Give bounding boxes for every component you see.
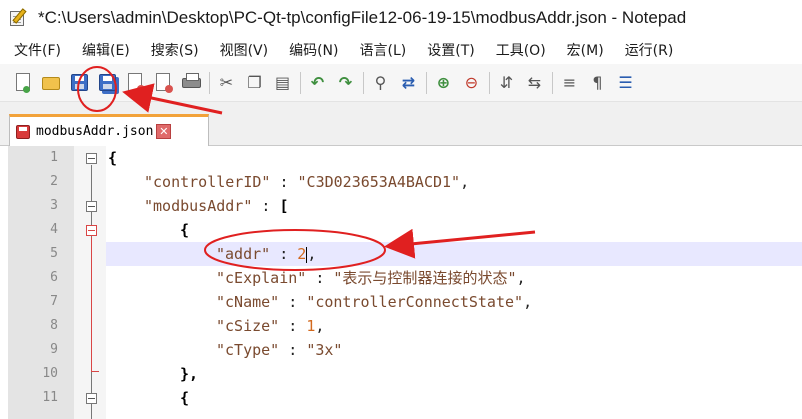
toolbar-separator [552, 71, 553, 94]
code-line: 11 { [8, 386, 802, 410]
show-all-chars-icon[interactable]: ¶ [587, 72, 608, 93]
cut-icon[interactable]: ✂ [216, 72, 237, 93]
code-line: 3 "modbusAddr" : [ [8, 194, 802, 218]
close-tab-icon[interactable]: ✕ [156, 124, 172, 139]
undo-icon[interactable]: ↶ [307, 72, 328, 93]
line-number: 4 [50, 222, 58, 237]
line-number: 11 [42, 390, 58, 405]
sync-horizontal-icon[interactable]: ⇆ [524, 72, 545, 93]
json-value: 1 [306, 317, 316, 335]
code-line: 6 "cExplain" : "表示与控制器连接的状态", [8, 266, 802, 290]
close-file-icon[interactable] [125, 72, 146, 93]
json-key: "controllerID" [144, 173, 271, 191]
toolbar-separator [426, 71, 427, 94]
menu-macro[interactable]: 宏(M) [567, 40, 604, 60]
json-value: "C3D023653A4BACD1" [297, 173, 461, 191]
line-number: 3 [50, 198, 58, 213]
unsaved-file-icon [16, 124, 30, 139]
json-key: "cName" [216, 293, 280, 311]
menu-view[interactable]: 视图(V) [220, 40, 269, 60]
json-brace: { [180, 221, 190, 239]
line-number: 10 [42, 366, 58, 381]
toolbar-separator [489, 71, 490, 94]
word-wrap-icon[interactable]: ≡ [559, 72, 580, 93]
code-line: 1 { [8, 146, 802, 170]
line-number: 6 [50, 270, 58, 285]
json-value: "表示与控制器连接的状态" [333, 269, 517, 287]
tab-bar: modbusAddr.json ✕ [0, 102, 802, 146]
menu-language[interactable]: 语言(L) [360, 40, 407, 60]
close-all-icon[interactable] [153, 72, 174, 93]
line-number: 5 [50, 246, 58, 261]
redo-icon[interactable]: ↷ [335, 72, 356, 93]
sync-vertical-icon[interactable]: ⇵ [496, 72, 517, 93]
title-bar: *C:\Users\admin\Desktop\PC-Qt-tp\configF… [0, 0, 802, 36]
code-line: 2 "controllerID" : "C3D023653A4BACD1", [8, 170, 802, 194]
toolbar: ✂ ❐ ▤ ↶ ↷ ⚲ ⇄ ⊕ ⊖ ⇵ ⇆ ≡ ¶ ☰ [0, 64, 802, 102]
json-value: "controllerConnectState" [306, 293, 524, 311]
zoom-out-icon[interactable]: ⊖ [461, 72, 482, 93]
indent-guide-icon[interactable]: ☰ [615, 72, 636, 93]
code-line: 10 }, [8, 362, 802, 386]
code-line: 5 "addr" : 2, [8, 242, 802, 266]
editor[interactable]: 1 { 2 "controllerID" : "C3D023653A4BACD1… [0, 146, 802, 419]
menu-bar: 文件(F) 编辑(E) 搜索(S) 视图(V) 编码(N) 语言(L) 设置(T… [0, 36, 802, 63]
menu-settings[interactable]: 设置(T) [427, 40, 474, 60]
window-title: *C:\Users\admin\Desktop\PC-Qt-tp\configF… [38, 8, 687, 27]
line-number: 7 [50, 294, 58, 309]
print-icon[interactable] [181, 72, 202, 93]
line-number: 8 [50, 318, 58, 333]
json-key: "cSize" [216, 317, 280, 335]
json-value: "3x" [306, 341, 343, 359]
replace-icon[interactable]: ⇄ [398, 72, 419, 93]
menu-search[interactable]: 搜索(S) [151, 40, 199, 60]
toolbar-separator [209, 71, 210, 94]
json-bracket: [ [279, 197, 289, 215]
toolbar-separator [300, 71, 301, 94]
copy-icon[interactable]: ❐ [244, 72, 265, 93]
zoom-in-icon[interactable]: ⊕ [433, 72, 454, 93]
code-text: { [108, 149, 118, 167]
tab-modbusaddr-json[interactable]: modbusAddr.json ✕ [9, 114, 209, 146]
code-line: 4 { [8, 218, 802, 242]
menu-tools[interactable]: 工具(O) [496, 40, 546, 60]
new-file-icon[interactable] [13, 72, 34, 93]
menu-encoding[interactable]: 编码(N) [289, 40, 338, 60]
save-all-icon[interactable] [97, 72, 118, 93]
notepad-app-icon [8, 8, 30, 28]
code-line: 8 "cSize" : 1, [8, 314, 802, 338]
json-brace: }, [180, 365, 199, 383]
code-line: 7 "cName" : "controllerConnectState", [8, 290, 802, 314]
paste-icon[interactable]: ▤ [272, 72, 293, 93]
code-line: 9 "cType" : "3x" [8, 338, 802, 362]
find-icon[interactable]: ⚲ [370, 72, 391, 93]
menu-file[interactable]: 文件(F) [14, 40, 61, 60]
json-key: "addr" [216, 245, 271, 263]
json-key: "modbusAddr" [144, 197, 253, 215]
line-number: 1 [50, 150, 58, 165]
menu-edit[interactable]: 编辑(E) [82, 40, 130, 60]
line-number: 9 [50, 342, 58, 357]
json-key: "cExplain" [216, 269, 307, 287]
json-brace: { [180, 389, 190, 407]
json-key: "cType" [216, 341, 280, 359]
toolbar-separator [363, 71, 364, 94]
menu-run[interactable]: 运行(R) [625, 40, 674, 60]
save-icon[interactable] [69, 72, 90, 93]
line-number: 2 [50, 174, 58, 189]
tab-label: modbusAddr.json [36, 124, 154, 139]
open-file-icon[interactable] [41, 72, 62, 93]
json-value: 2 [297, 245, 307, 263]
